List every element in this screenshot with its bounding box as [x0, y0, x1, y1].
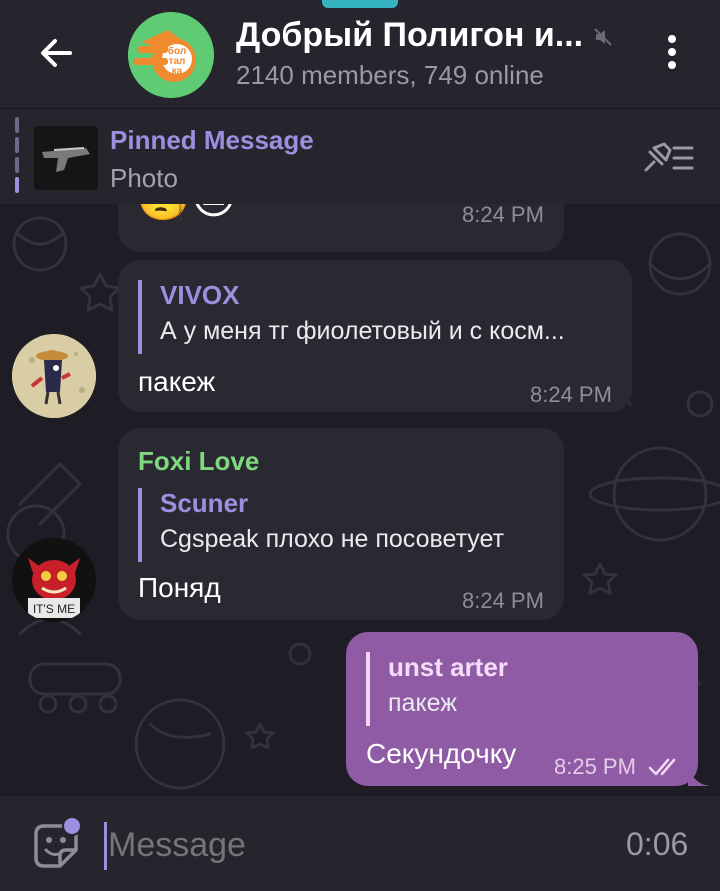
- text-cursor: [104, 822, 107, 870]
- message-bubble-emoji[interactable]: 🧐😐 8:24 PM: [118, 204, 564, 252]
- more-vertical-icon: [668, 35, 676, 69]
- chat-title[interactable]: Добрый Полигон и...: [236, 16, 586, 55]
- back-button[interactable]: [28, 30, 84, 76]
- reply-author: unst arter: [388, 652, 508, 682]
- pin-list-icon: [644, 142, 694, 172]
- reply-author: Scuner: [160, 488, 249, 518]
- message-time: 8:24 PM: [530, 382, 612, 407]
- reply-quote[interactable]: Scuner Cgspeak плохо не посоветует: [138, 488, 504, 562]
- recording-timer: 0:06: [626, 826, 689, 862]
- pinned-subtitle: Photo: [110, 163, 178, 193]
- pinned-indicator: [15, 117, 19, 197]
- bubble-tail-icon: [688, 764, 710, 786]
- reply-text: пакеж: [388, 689, 458, 717]
- character-avatar-icon: [12, 334, 96, 418]
- message-bubble-vivox-reply[interactable]: VIVOX А у меня тг фиолетовый и с косм...…: [118, 260, 632, 412]
- gun-photo-icon: [34, 126, 98, 190]
- message-input-bar: 0:06: [0, 796, 720, 891]
- pinned-list-button[interactable]: [640, 136, 696, 178]
- mute-icon: [594, 28, 612, 46]
- user-avatar-vivox[interactable]: [12, 334, 96, 418]
- more-options-button[interactable]: [650, 30, 694, 74]
- message-text: Секундочку: [366, 738, 517, 769]
- blender-logo-icon: бол тал ка: [128, 12, 214, 98]
- reply-text: А у меня тг фиолетовый и с косм...: [160, 317, 565, 345]
- foxy-avatar-icon: IT'S ME: [12, 538, 96, 622]
- chat-header: бол тал ка Добрый Полигон и... 2140 memb…: [0, 0, 720, 108]
- message-bubble-outgoing[interactable]: unst arter пакеж Секундочку 8:25 PM: [346, 632, 698, 786]
- status-notch: [322, 0, 398, 8]
- user-avatar-foxi-love[interactable]: IT'S ME: [12, 538, 96, 622]
- message-time: 8:24 PM: [462, 588, 544, 613]
- avatar-caption: IT'S ME: [33, 602, 75, 616]
- message-time: 8:25 PM: [554, 754, 636, 779]
- double-check-icon: [648, 758, 676, 776]
- pinned-photo-thumbnail: [34, 126, 98, 190]
- message-bubble-foxi-love[interactable]: Foxi Love Scuner Cgspeak плохо не посове…: [118, 428, 564, 620]
- message-text: пакеж: [138, 366, 216, 397]
- message-text: Поняд: [138, 572, 221, 603]
- message-time: 8:24 PM: [462, 204, 544, 227]
- new-sticker-badge: [62, 816, 82, 836]
- chat-member-count: 2140 members, 749 online: [236, 60, 544, 90]
- reply-quote[interactable]: VIVOX А у меня тг фиолетовый и с косм...: [138, 280, 565, 354]
- message-input[interactable]: [108, 826, 508, 865]
- group-avatar[interactable]: бол тал ка: [128, 12, 214, 98]
- chat-messages-area[interactable]: 🧐😐 8:24 PM VIVOX А у меня тг фиолетовый …: [0, 204, 720, 796]
- pinned-title: Pinned Message: [110, 125, 314, 155]
- pinned-message-bar[interactable]: Pinned Message Photo: [0, 108, 720, 204]
- arrow-left-icon: [41, 39, 72, 67]
- reply-quote[interactable]: unst arter пакеж: [366, 652, 508, 726]
- reply-text: Cgspeak плохо не посоветует: [160, 525, 505, 553]
- message-emoji: 🧐😐: [136, 204, 237, 224]
- avatar-text-3: ка: [172, 66, 183, 77]
- sender-name[interactable]: Foxi Love: [138, 446, 259, 477]
- reply-author: VIVOX: [160, 280, 240, 310]
